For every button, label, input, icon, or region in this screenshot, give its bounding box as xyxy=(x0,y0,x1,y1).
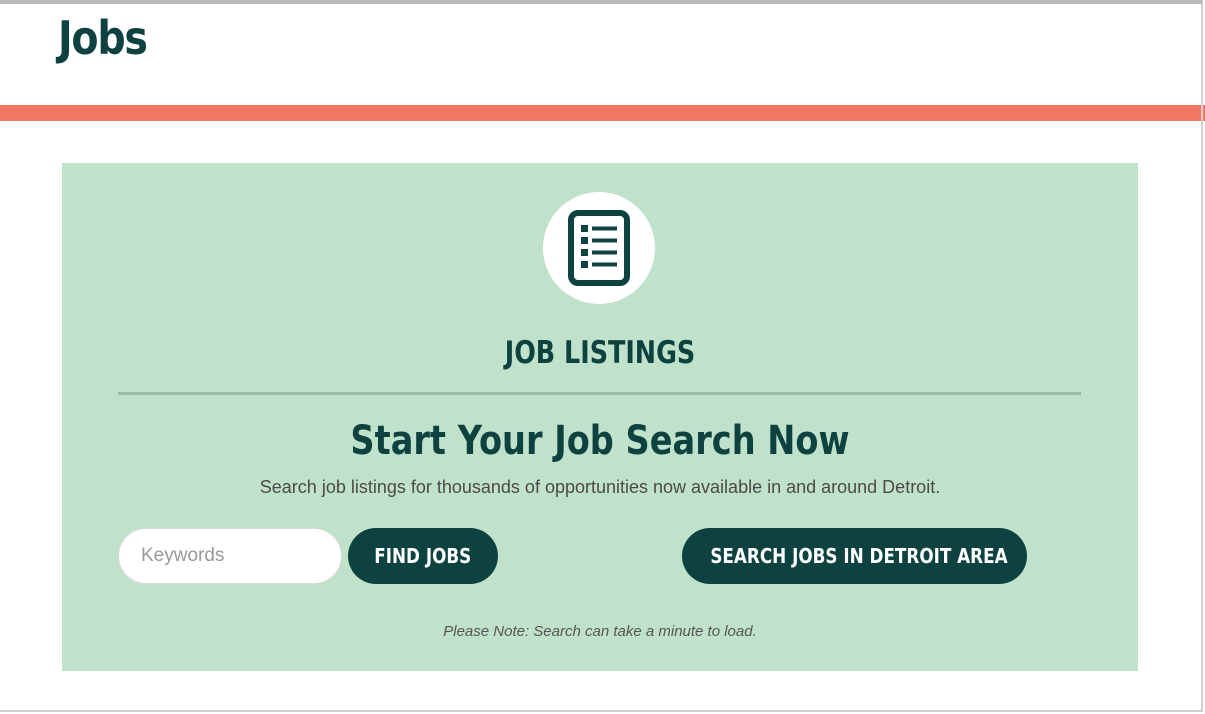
job-listings-panel: JOB LISTINGS Start Your Job Search Now S… xyxy=(62,163,1138,671)
search-load-note: Please Note: Search can take a minute to… xyxy=(443,623,757,640)
find-jobs-button-label: FIND JOBS xyxy=(374,544,472,568)
search-jobs-detroit-area-button-label: SEARCH JOBS IN DETROIT AREA xyxy=(710,544,1008,568)
accent-divider-bar xyxy=(0,105,1205,121)
section-divider xyxy=(118,392,1081,395)
job-list-icon xyxy=(568,210,630,286)
search-headline: Start Your Job Search Now xyxy=(350,418,850,464)
search-jobs-detroit-area-button[interactable]: SEARCH JOBS IN DETROIT AREA xyxy=(682,528,1027,584)
search-description: Search job listings for thousands of opp… xyxy=(259,477,941,497)
keywords-search-input[interactable] xyxy=(118,528,342,584)
page-title: Jobs xyxy=(58,11,148,65)
section-heading: JOB LISTINGS xyxy=(504,335,696,371)
job-list-icon-circle xyxy=(543,192,655,304)
find-jobs-button[interactable]: FIND JOBS xyxy=(348,528,498,584)
